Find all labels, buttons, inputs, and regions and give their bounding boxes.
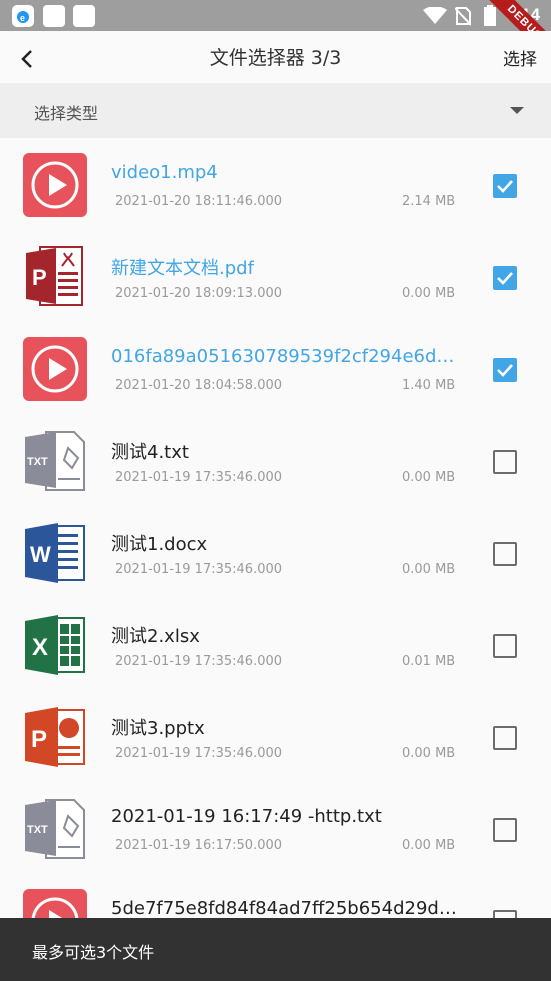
txt-icon: TXT <box>25 799 85 859</box>
page-title: 文件选择器 3/3 <box>209 47 342 69</box>
file-checkbox[interactable] <box>493 358 517 382</box>
check-icon <box>497 272 513 285</box>
video-icon <box>23 337 87 401</box>
powerpoint-icon: P <box>25 707 85 767</box>
file-checkbox[interactable] <box>493 726 517 750</box>
file-checkbox[interactable] <box>493 266 517 290</box>
snackbar-message: 最多可选3个文件 <box>32 943 155 962</box>
video-icon <box>23 153 87 217</box>
no-sim-icon <box>455 7 471 26</box>
file-list: video1.mp4 2021-01-20 18:11:46.000 2.14 MB… <box>0 138 551 966</box>
file-date: 2021-01-20 18:04:58.000 <box>115 378 283 393</box>
file-list-item[interactable]: TXT 测试4.txt 2021-01-19 17:35:46.000 0.00 MB <box>0 414 551 506</box>
file-list-item[interactable]: W 测试1.docx 2021-01-19 17:35:46.000 0.00 MB <box>0 506 551 598</box>
svg-text:e: e <box>20 13 25 23</box>
notification-icon <box>43 5 65 27</box>
file-date: 2021-01-20 18:09:13.000 <box>115 286 283 301</box>
file-size: 0.00 MB <box>402 562 456 577</box>
battery-icon <box>484 5 496 26</box>
status-bar: e 6:14 DEBUG <box>0 0 551 72</box>
file-checkbox[interactable] <box>493 818 517 842</box>
file-size: 2.14 MB <box>402 194 456 209</box>
svg-text:P: P <box>31 726 47 753</box>
pdf-icon: P <box>26 246 83 306</box>
file-checkbox[interactable] <box>493 634 517 658</box>
file-name: 测试1.docx <box>111 534 208 555</box>
file-name: 5de7f75e8fd84f84ad7ff25b654d29d… <box>111 898 457 919</box>
svg-text:TXT: TXT <box>27 456 48 468</box>
dropdown-arrow-icon <box>510 107 524 114</box>
file-list-item[interactable]: P 测试3.pptx 2021-01-19 17:35:46.000 0.00 MB <box>0 690 551 782</box>
file-name: 新建文本文档.pdf <box>111 258 254 279</box>
file-list-item[interactable]: X 测试2.xlsx 2021-01-19 17:35:46.000 0.01 MB <box>0 598 551 690</box>
file-type-label: 选择类型 <box>34 104 99 123</box>
wifi-icon <box>423 7 447 24</box>
file-name: 2021-01-19 16:17:49 -http.txt <box>111 806 382 827</box>
file-type-dropdown[interactable]: 选择类型 <box>0 83 551 138</box>
word-icon: W <box>25 523 85 583</box>
file-checkbox[interactable] <box>493 450 517 474</box>
check-icon <box>497 180 513 193</box>
file-size: 0.00 MB <box>402 838 456 853</box>
svg-text:TXT: TXT <box>27 824 48 836</box>
file-date: 2021-01-19 17:35:46.000 <box>115 562 283 577</box>
file-name: 测试4.txt <box>111 442 189 463</box>
file-date: 2021-01-19 17:35:46.000 <box>115 470 283 485</box>
file-size: 0.01 MB <box>402 654 456 669</box>
file-size: 1.40 MB <box>402 378 456 393</box>
excel-icon: X <box>25 615 85 675</box>
svg-text:W: W <box>30 542 51 567</box>
txt-icon: TXT <box>25 431 85 491</box>
file-name: video1.mp4 <box>111 162 218 183</box>
file-size: 0.00 MB <box>402 286 456 301</box>
file-checkbox[interactable] <box>493 542 517 566</box>
svg-text:P: P <box>32 265 47 290</box>
svg-text:X: X <box>32 634 48 661</box>
file-list-item[interactable]: TXT 2021-01-19 16:17:49 -http.txt 2021-01-… <box>0 782 551 874</box>
file-list-item[interactable]: P 新建文本文档.pdf 2021-01-20 18:09:13.000 0.00 M… <box>0 230 551 322</box>
file-list-item[interactable]: video1.mp4 2021-01-20 18:11:46.000 2.14 MB <box>0 138 551 230</box>
notification-icon <box>73 5 95 27</box>
file-date: 2021-01-19 17:35:46.000 <box>115 654 283 669</box>
file-date: 2021-01-20 18:11:46.000 <box>115 194 283 209</box>
check-icon <box>497 364 513 377</box>
file-date: 2021-01-19 16:17:50.000 <box>115 838 283 853</box>
file-size: 0.00 MB <box>402 746 456 761</box>
file-size: 0.00 MB <box>402 470 456 485</box>
app-bar: 文件选择器 3/3 选择 <box>0 31 551 83</box>
file-name: 016fa89a051630789539f2cf294e6d… <box>111 346 455 367</box>
browser-app-icon: e <box>12 5 34 27</box>
file-date: 2021-01-19 17:35:46.000 <box>115 746 283 761</box>
file-checkbox[interactable] <box>493 174 517 198</box>
file-list-item[interactable]: 016fa89a051630789539f2cf294e6d… 2021-01-2… <box>0 322 551 414</box>
snackbar: 最多可选3个文件 <box>0 918 551 981</box>
confirm-select-button[interactable]: 选择 <box>503 45 537 70</box>
file-name: 测试3.pptx <box>111 718 205 739</box>
file-name: 测试2.xlsx <box>111 626 200 647</box>
